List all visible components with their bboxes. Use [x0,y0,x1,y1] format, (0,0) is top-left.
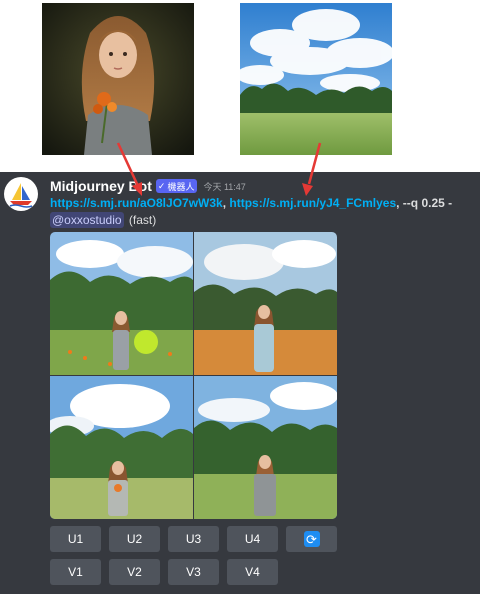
prompt-text-line2: @oxxostudio (fast) [50,212,157,228]
bot-name[interactable]: Midjourney Bot [50,178,152,194]
user-mention[interactable]: @oxxostudio [50,212,124,228]
prompt-text-line1: https://s.mj.run/aO8lJO7wW3k, https://s.… [50,196,452,210]
upscale-button-row: U1 U2 U3 U4 ⟳ [50,526,337,552]
message-timestamp: 今天 11:47 [203,181,246,192]
link-separator: , [222,196,227,210]
reroll-button[interactable]: ⟳ [286,526,337,552]
image-link-2[interactable]: https://s.mj.run/yJ4_FCmlyes [229,196,396,210]
reference-image-sky [240,3,392,155]
message-header: Midjourney Bot ✓ 機器人 今天 11:47 [50,177,246,195]
reference-image-girl [42,3,194,155]
variation-button-2[interactable]: V2 [109,559,160,585]
refresh-icon: ⟳ [303,531,320,547]
generated-image-1[interactable] [50,232,193,375]
generated-image-2[interactable] [194,232,337,375]
bot-badge-label: 機器人 [167,181,195,192]
variation-button-1[interactable]: V1 [50,559,101,585]
upscale-button-1[interactable]: U1 [50,526,101,552]
prompt-params: , --q 0.25 - [396,196,453,210]
variation-button-3[interactable]: V3 [168,559,219,585]
upscale-button-3[interactable]: U3 [168,526,219,552]
speed-label: (fast) [128,213,157,227]
upscale-button-2[interactable]: U2 [109,526,160,552]
variation-button-4[interactable]: V4 [227,559,278,585]
generated-image-grid[interactable] [50,232,337,519]
generated-image-3[interactable] [50,376,193,519]
sailboat-icon [9,183,33,208]
discord-message-panel: Midjourney Bot ✓ 機器人 今天 11:47 https://s.… [0,172,480,594]
variation-button-row: V1 V2 V3 V4 [50,559,278,585]
image-link-1[interactable]: https://s.mj.run/aO8lJO7wW3k [50,196,223,210]
bot-avatar[interactable] [4,177,38,211]
check-icon: ✓ [157,180,166,191]
bot-badge: ✓ 機器人 [155,179,198,193]
upscale-button-4[interactable]: U4 [227,526,278,552]
generated-image-4[interactable] [194,376,337,519]
